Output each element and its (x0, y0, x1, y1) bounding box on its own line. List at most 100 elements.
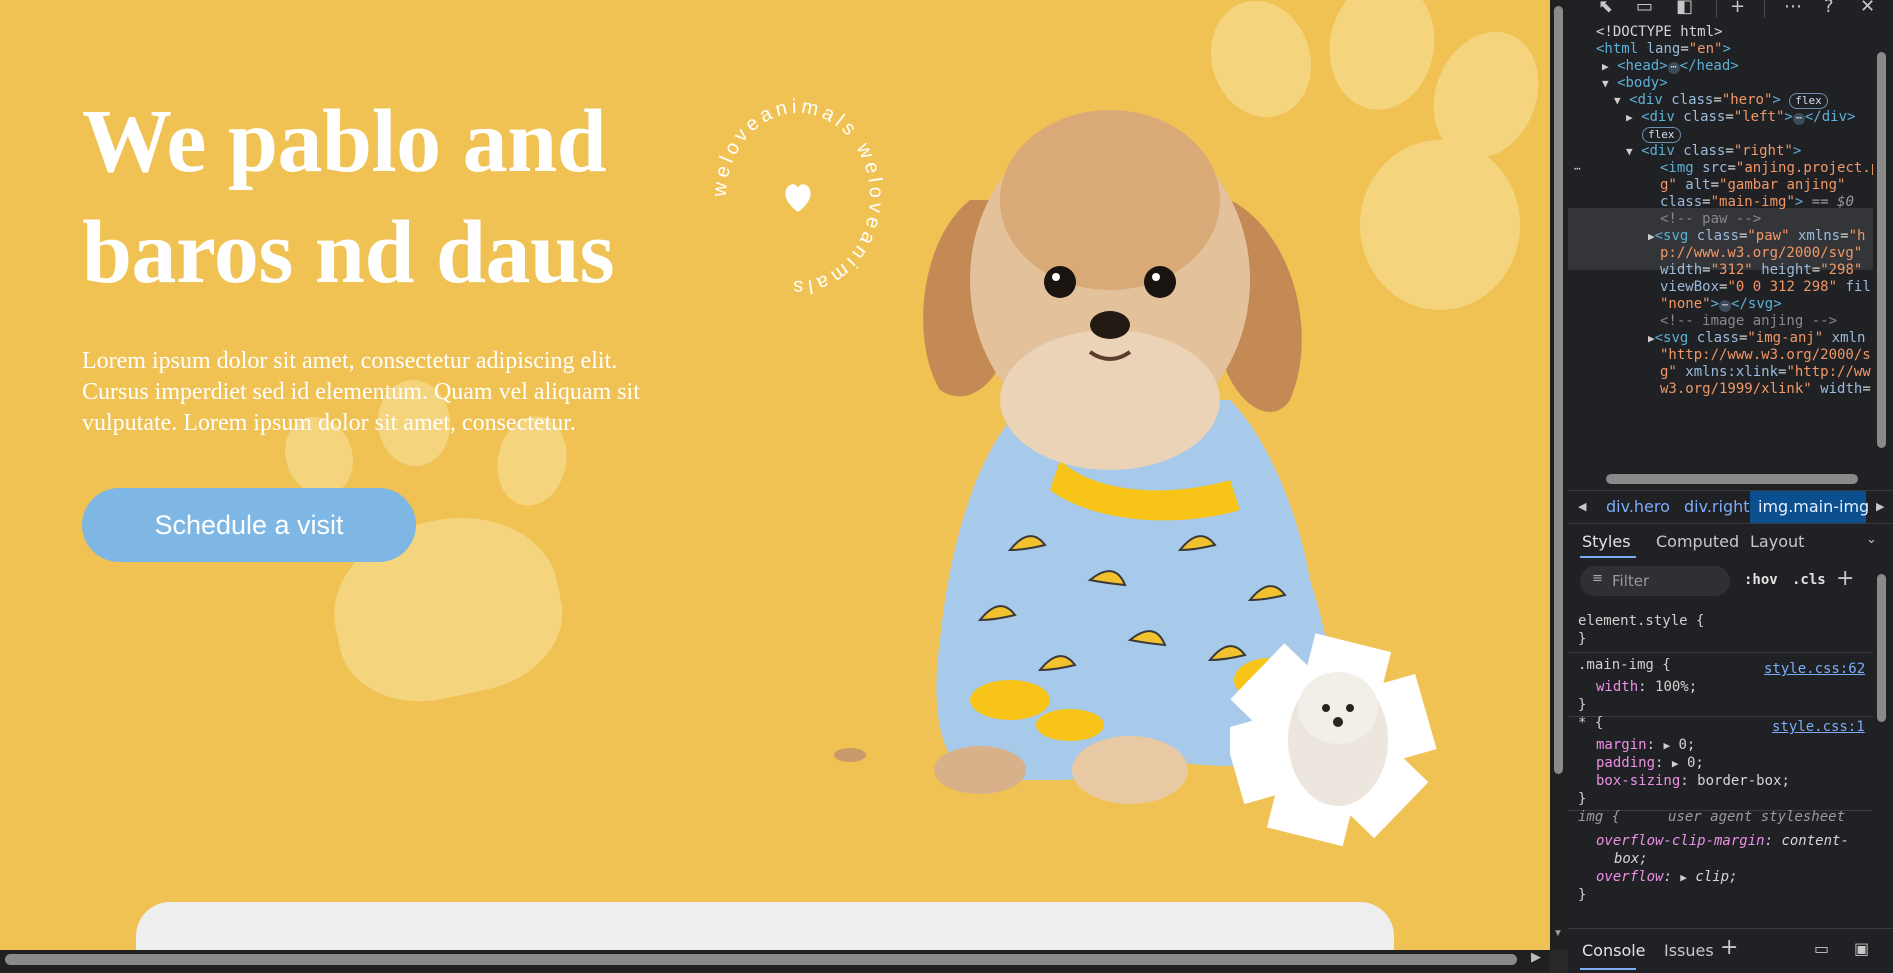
attr-value: "anjing.project.p (1735, 160, 1873, 176)
eye-highlight (1052, 273, 1060, 281)
breadcrumb-left-arrow-icon[interactable]: ◀ (1578, 500, 1586, 513)
close-icon[interactable]: ✕ (1860, 0, 1875, 18)
dom-tree-horizontal-scroll-thumb[interactable] (1606, 474, 1858, 484)
collapse-triangle-icon[interactable]: ▼ (1614, 94, 1621, 107)
schedule-visit-button[interactable]: Schedule a visit (82, 488, 416, 562)
declaration-continuation: box; (1614, 850, 1648, 868)
page-vertical-scroll-thumb[interactable] (1554, 6, 1563, 774)
attr-value: "en" (1688, 41, 1723, 57)
declaration-margin[interactable]: margin: ▶ 0; (1596, 736, 1695, 755)
device-toolbar-icon[interactable]: ▭ (1636, 0, 1653, 18)
collapse-triangle-icon[interactable]: ▼ (1626, 145, 1633, 158)
attr-name: fil (1845, 279, 1871, 295)
expand-triangle-icon[interactable]: ▶ (1672, 757, 1679, 770)
property-value: 0; (1678, 737, 1696, 753)
dock-drawer-icon[interactable]: ▭ (1814, 939, 1829, 958)
description-line3: vulputate. Lorem ipsum dolor sit amet, c… (82, 410, 576, 436)
source-link-style-css-62[interactable]: style.css:62 (1764, 660, 1865, 678)
attr-name: xmlns:xlink (1685, 364, 1779, 380)
tab-layout[interactable]: Layout (1750, 532, 1804, 551)
more-options-icon[interactable]: ⋯ (1784, 0, 1802, 18)
declaration-box-sizing[interactable]: box-sizing: border-box; (1596, 772, 1790, 790)
attr-value: "gambar anjing" (1719, 177, 1846, 193)
description-line2: Cursus imperdiet sed id elementum. Quam … (82, 379, 640, 405)
expand-triangle-icon[interactable]: ▶ (1626, 111, 1633, 124)
attr-value: "paw" (1747, 228, 1790, 244)
puppy-eye (1346, 704, 1354, 712)
rule-divider (1568, 716, 1873, 717)
rule-main-img-selector[interactable]: .main-img { (1578, 656, 1671, 674)
more-tools-plus-icon[interactable]: + (1730, 0, 1745, 18)
attr-value: "http://www.w3.org/2000/s (1660, 347, 1871, 363)
dog-paw (1072, 736, 1188, 804)
class-toggle[interactable]: .cls (1792, 572, 1826, 588)
property-value: border-box; (1697, 773, 1790, 789)
hover-state-toggle[interactable]: :hov (1744, 572, 1778, 588)
attr-name: class (1683, 143, 1726, 159)
dom-tree-scroll-thumb[interactable] (1877, 52, 1886, 448)
scroll-down-arrow-icon[interactable]: ▼ (1553, 928, 1563, 939)
declaration-overflow[interactable]: overflow: ▶ clip; (1596, 868, 1738, 887)
breadcrumb-img-main[interactable]: img.main-img (1758, 497, 1869, 516)
expand-triangle-icon[interactable]: ▶ (1648, 230, 1655, 243)
node-actions-dots-icon[interactable]: ⋯ (1574, 162, 1581, 175)
dog-nose (1090, 311, 1130, 339)
puppy-photo-card (1230, 633, 1437, 847)
declaration-overflow-clip-margin[interactable]: overflow-clip-margin: content- (1596, 832, 1849, 850)
attr-value: w3.org/1999/xlink" (1660, 381, 1812, 397)
dom-svg-img-line4[interactable]: w3.org/1999/xlink" width= (1660, 379, 1871, 399)
dom-node-img-main[interactable]: ⋯ (1574, 158, 1581, 178)
breadcrumb-div-right[interactable]: div.right (1684, 497, 1750, 516)
declaration-width[interactable]: width: 100%; (1596, 678, 1697, 696)
dock-side-icon[interactable]: ◧ (1676, 0, 1693, 18)
attr-name: class (1696, 330, 1739, 346)
property-name: width (1596, 679, 1639, 695)
comment-text: <!-- paw --> (1660, 211, 1762, 227)
attr-name: class (1671, 92, 1714, 108)
tag-close: > (1722, 41, 1731, 57)
attr-value: "left" (1733, 109, 1785, 125)
rule-close-brace: } (1578, 697, 1587, 713)
attr-name: class (1683, 109, 1726, 125)
attr-name: xmlns (1797, 228, 1841, 244)
property-name: overflow (1596, 869, 1664, 885)
attr-name: src (1702, 160, 1728, 176)
inspect-element-icon[interactable]: ⬉ (1598, 0, 1613, 18)
add-tab-plus-icon[interactable]: + (1720, 935, 1738, 960)
styles-filter-input[interactable]: ≡ Filter (1580, 566, 1730, 596)
expand-triangle-icon[interactable]: ▶ (1648, 332, 1655, 345)
breadcrumb-div-hero[interactable]: div.hero (1606, 497, 1670, 516)
ellipsis-icon[interactable]: ⋯ (1792, 113, 1805, 125)
collapse-triangle-icon[interactable]: ▼ (1602, 77, 1609, 90)
rule-img-selector[interactable]: img { (1578, 808, 1620, 826)
source-link-style-css-1[interactable]: style.css:1 (1772, 718, 1865, 736)
ellipsis-icon[interactable]: ⋯ (1667, 62, 1680, 74)
tab-styles[interactable]: Styles (1582, 532, 1631, 551)
expand-triangle-icon[interactable]: ▶ (1680, 871, 1687, 884)
dog-eye-right (1144, 266, 1176, 298)
tag-close: > (1784, 109, 1793, 125)
breadcrumb-right-arrow-icon[interactable]: ▶ (1876, 500, 1884, 513)
property-value: 100%; (1655, 679, 1698, 695)
new-rule-plus-icon[interactable]: + (1836, 566, 1854, 591)
tab-computed[interactable]: Computed (1656, 532, 1739, 551)
tab-console[interactable]: Console (1582, 941, 1646, 960)
rule-universal-selector[interactable]: * { (1578, 714, 1603, 732)
comment-text: <!-- image anjing --> (1660, 313, 1838, 329)
declaration-padding[interactable]: padding: ▶ 0; (1596, 754, 1704, 773)
styles-scroll-thumb[interactable] (1877, 574, 1886, 722)
puppy-eye (1322, 704, 1330, 712)
tab-issues[interactable]: Issues (1664, 941, 1714, 960)
attr-value: "h (1848, 228, 1866, 244)
chevron-down-icon[interactable]: ⌄ (1866, 532, 1877, 547)
rule-element-style[interactable]: element.style { (1578, 612, 1704, 630)
close-drawer-icon[interactable]: ▣ (1854, 939, 1869, 958)
doctype-text: <!DOCTYPE html> (1596, 24, 1723, 40)
expand-triangle-icon[interactable]: ▶ (1602, 60, 1609, 73)
page-horizontal-scroll-thumb[interactable] (5, 954, 1517, 965)
tag-close: > (1710, 296, 1720, 312)
attr-name: alt (1685, 177, 1711, 193)
scroll-right-arrow-icon[interactable]: ▶ (1531, 949, 1541, 965)
content-card (136, 902, 1394, 950)
help-icon[interactable]: ? (1824, 0, 1834, 18)
